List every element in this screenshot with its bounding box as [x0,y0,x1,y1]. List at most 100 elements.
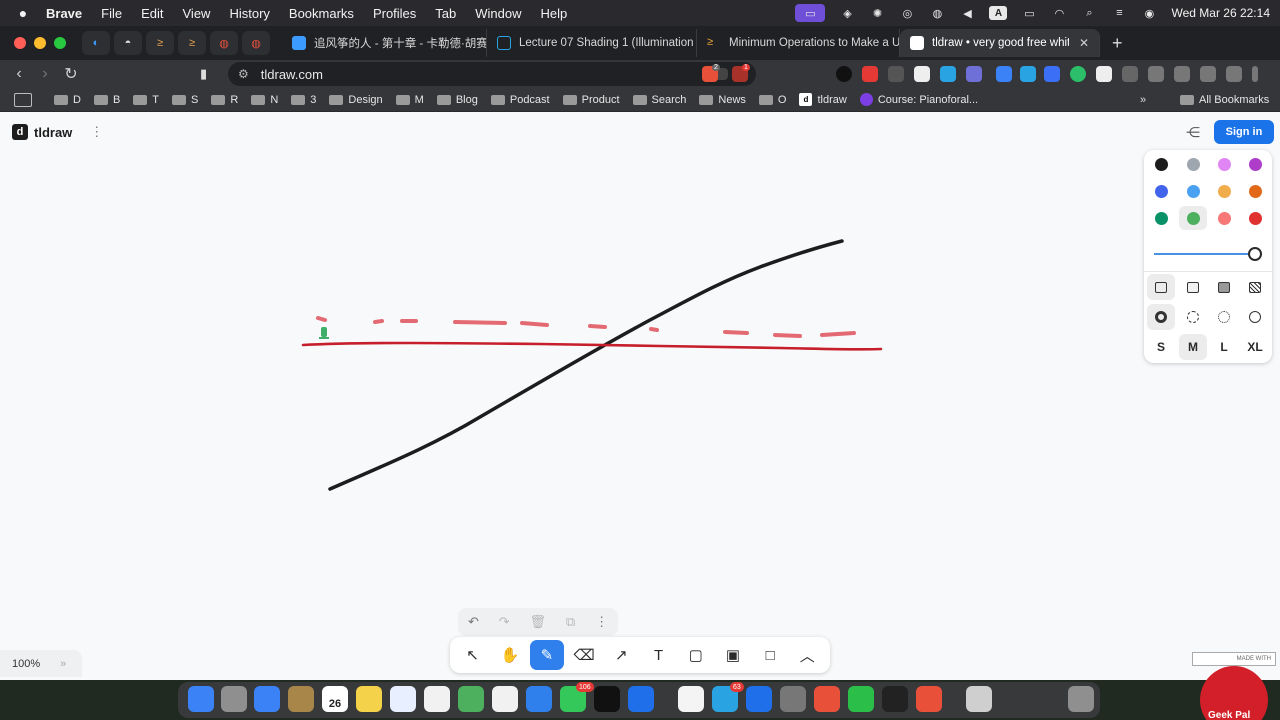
notion-icon[interactable] [914,66,930,82]
menu-help[interactable]: Help [541,6,568,21]
wechat-dock-icon[interactable] [848,686,874,712]
color-swatch-light-red[interactable] [1210,206,1238,230]
grammarly-icon[interactable] [1070,66,1086,82]
color-swatch-blue[interactable] [1147,179,1175,203]
finder-icon[interactable] [188,686,214,712]
more-icon[interactable]: ⋮ [595,614,608,630]
menu-window[interactable]: Window [475,6,521,21]
site-settings-icon[interactable]: ⚙ [238,67,249,81]
trash-icon[interactable] [1068,686,1094,712]
input-source-icon[interactable]: A [989,6,1008,20]
bookmark-icon[interactable]: ▮ [200,66,207,82]
redo-icon[interactable]: ↷ [499,614,510,630]
brave-dock-icon[interactable] [814,686,840,712]
clock[interactable]: Wed Mar 26 22:14 [1171,6,1270,20]
extension-6-icon[interactable] [966,66,982,82]
bookmark-folder[interactable]: S [172,94,198,106]
dash-dashed-button[interactable] [1179,304,1207,330]
search-icon[interactable]: ⌕ [1081,6,1097,20]
menu-profiles[interactable]: Profiles [373,6,416,21]
zoom-menu[interactable]: 100% » [0,650,82,677]
pinned-tab-5[interactable]: ◍ [210,31,238,55]
duplicate-icon[interactable]: ⧉ [566,614,575,630]
delete-icon[interactable]: 🗑 [530,614,547,630]
wechat-icon[interactable]: ◍ [929,6,945,20]
slider-knob[interactable] [1248,247,1262,261]
bookmark-folder[interactable]: R [211,94,238,106]
bookmark-folder[interactable]: 3 [291,94,316,106]
menu-view[interactable]: View [183,6,211,21]
bookmark-folder[interactable]: Design [329,94,383,106]
undo-icon[interactable]: ↶ [468,614,479,630]
size-s-button[interactable]: S [1147,334,1175,360]
vscode-icon[interactable] [628,686,654,712]
color-swatch-yellow[interactable] [1210,179,1238,203]
fill-pattern-button[interactable] [1241,274,1269,300]
extension-5-icon[interactable] [940,66,956,82]
bookmark-folder[interactable]: T [133,94,159,106]
color-swatch-grey[interactable] [1179,152,1207,176]
calendar-icon[interactable]: 26 [322,686,348,712]
extension-new-icon[interactable] [862,66,878,82]
color-swatch-violet[interactable] [1241,152,1269,176]
bookmark-folder[interactable]: Product [562,94,620,106]
bookmarks-overflow-icon[interactable]: » [1140,94,1146,106]
fill-none-button[interactable] [1147,274,1175,300]
leo-ai-icon[interactable] [1200,66,1216,82]
note-tool[interactable]: ▢ [679,640,713,670]
volume-icon[interactable]: ◀ [959,6,975,20]
extension-11-icon[interactable] [1096,66,1112,82]
text-tool[interactable]: T [642,640,676,670]
bookmark-folder[interactable]: B [93,94,120,106]
menu-tab[interactable]: Tab [435,6,456,21]
minimap-toggle-icon[interactable]: » [60,658,66,670]
preview-icon[interactable] [966,686,992,712]
address-bar[interactable]: ⚙ tldraw.com [228,62,756,86]
size-xl-button[interactable]: XL [1241,334,1269,360]
menu-edit[interactable]: Edit [141,6,163,21]
reminders-icon[interactable] [424,686,450,712]
menu-bookmarks[interactable]: Bookmarks [289,6,354,21]
new-tab-button[interactable]: + [1112,33,1123,54]
app-logo[interactable]: d tldraw ⋮ [12,124,103,140]
select-tool[interactable]: ↖ [456,640,490,670]
bookmark-folder[interactable]: Podcast [490,94,550,106]
color-swatch-orange[interactable] [1241,179,1269,203]
copilot-icon[interactable]: ✺ [869,6,885,20]
clash-icon[interactable] [746,686,772,712]
layers-icon[interactable]: ◈ [839,6,855,20]
vpn-icon[interactable] [1226,66,1242,82]
pinned-tab-3[interactable]: ≥ [146,31,174,55]
notes-icon[interactable] [356,686,382,712]
red-freehand-stroke[interactable] [301,341,883,351]
extension-1-icon[interactable] [836,66,852,82]
pinned-tab-2[interactable]: ◓ [114,31,142,55]
dash-draw-button[interactable] [1147,304,1175,330]
minimize-window-button[interactable] [34,37,46,49]
clock-app-icon[interactable] [882,686,908,712]
color-swatch-green[interactable] [1147,206,1175,230]
drawing-layer[interactable] [0,112,1280,680]
dash-dotted-button[interactable] [1210,304,1238,330]
system-settings-icon[interactable] [780,686,806,712]
forward-button[interactable]: › [32,65,58,83]
bookmark-folder[interactable]: Search [632,94,686,106]
maps-icon[interactable] [458,686,484,712]
back-button[interactable]: ‹ [6,65,32,83]
size-m-button[interactable]: M [1179,334,1207,360]
main-menu-icon[interactable]: ⋮ [90,124,103,140]
menu-brave[interactable]: Brave [46,6,82,21]
extensions-puzzle-icon[interactable] [1122,66,1138,82]
siri-icon[interactable]: ◉ [1141,6,1157,20]
black-freehand-stroke[interactable] [328,239,844,491]
more-tools-button[interactable]: ︿ [790,640,824,670]
color-swatch-red[interactable] [1241,206,1269,230]
wechat-duo-icon[interactable]: ◎ [899,6,915,20]
bookmark-folder[interactable]: Blog [436,94,478,106]
url-text[interactable]: tldraw.com [261,67,323,82]
menu-file[interactable]: File [101,6,122,21]
pinned-tab-6[interactable]: ◍ [242,31,270,55]
fill-semi-button[interactable] [1179,274,1207,300]
opacity-slider[interactable] [1154,246,1262,262]
reload-button[interactable]: ↻ [58,64,84,84]
